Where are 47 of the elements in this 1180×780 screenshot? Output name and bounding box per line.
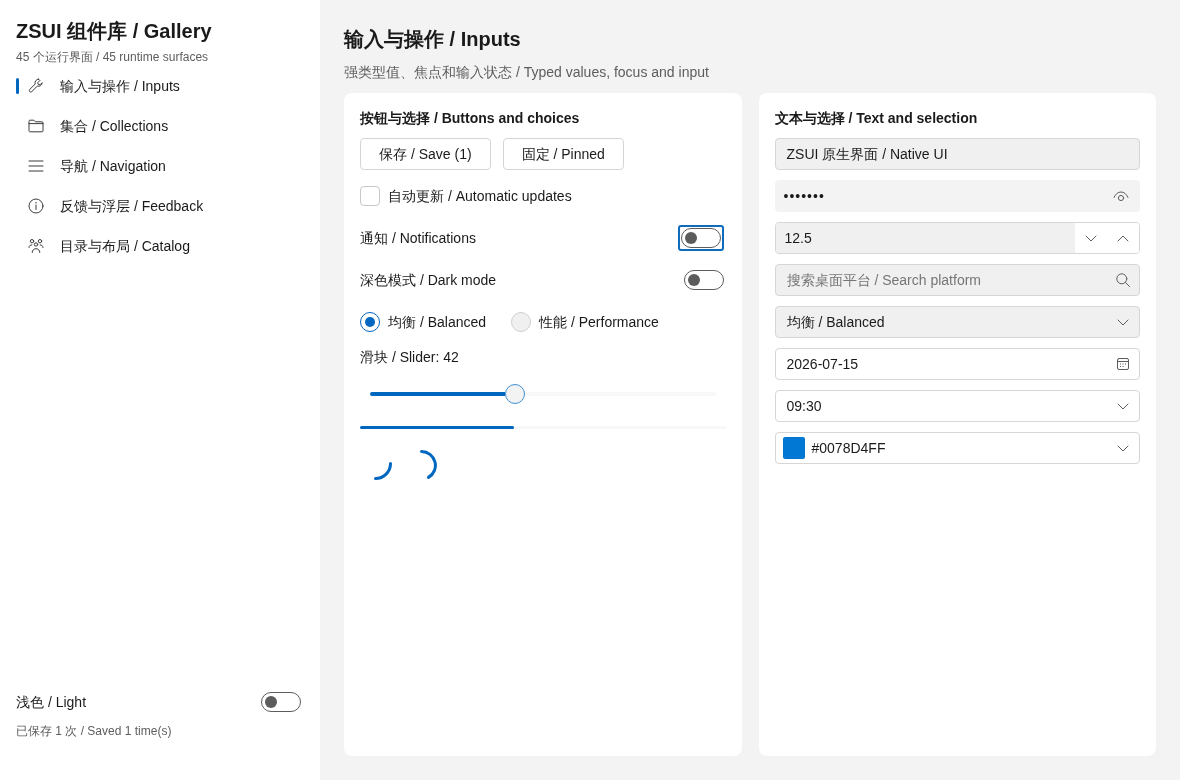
nav-item[interactable]: 目录与布局 / Catalog: [19, 226, 304, 266]
info-icon: [28, 198, 44, 214]
theme-label: 浅色 / Light: [16, 692, 87, 712]
date-field[interactable]: 2026-07-15: [774, 348, 1140, 380]
toggle-switch[interactable]: [677, 225, 724, 251]
app-subtitle: 45 个运行界面 / 45 runtime surfaces: [16, 49, 210, 65]
theme-toggle[interactable]: [261, 692, 301, 712]
color-picker[interactable]: #0078D4FF: [774, 432, 1140, 464]
text-field[interactable]: ZSUI 原生界面 / Native UI: [774, 138, 1140, 170]
page-subtitle: 强类型值、焦点和输入状态 / Typed values, focus and input: [344, 63, 710, 82]
nav-item[interactable]: 集合 / Collections: [19, 106, 304, 146]
action-button[interactable]: 固定 / Pinned: [502, 138, 624, 170]
eye-icon: [1113, 190, 1129, 202]
password-field[interactable]: •••••••: [774, 180, 1140, 212]
action-button[interactable]: 保存 / Save (1): [360, 138, 491, 170]
radio-button[interactable]: 性能 / Performance: [511, 311, 659, 333]
page-title: 输入与操作 / Inputs: [344, 27, 522, 52]
toggle-label: 深色模式 / Dark mode: [360, 270, 497, 290]
save-status: 已保存 1 次 / Saved 1 time(s): [16, 723, 173, 739]
search-field[interactable]: 搜索桌面平台 / Search platform: [774, 264, 1140, 296]
dropdown[interactable]: 均衡 / Balanced: [774, 306, 1140, 338]
slider-label: 滑块 / Slider: 42: [360, 348, 460, 367]
menu-icon: [28, 158, 44, 174]
radio-button[interactable]: 均衡 / Balanced: [360, 311, 487, 333]
nav-item[interactable]: 导航 / Navigation: [19, 146, 304, 186]
chevron-down-icon: [1085, 234, 1097, 242]
spinner-icon: [420, 450, 437, 479]
app-title: ZSUI 组件库 / Gallery: [16, 19, 213, 44]
slider-thumb[interactable]: [505, 384, 526, 404]
wrench-icon: [28, 78, 44, 94]
folder-icon: [28, 118, 44, 134]
time-field[interactable]: 09:30: [774, 390, 1140, 422]
chevron-up-icon: [1117, 234, 1129, 242]
people-icon: [28, 238, 44, 254]
chevron-down-icon: [1117, 444, 1129, 452]
card-title: 按钮与选择 / Buttons and choices: [360, 109, 581, 128]
card-title: 文本与选择 / Text and selection: [774, 109, 979, 128]
chevron-down-icon: [1117, 402, 1129, 410]
nav-item[interactable]: 反馈与浮层 / Feedback: [19, 186, 304, 226]
checkbox[interactable]: 自动更新 / Automatic updates: [360, 185, 572, 207]
search-icon: [1116, 273, 1130, 287]
calendar-icon: [1117, 358, 1129, 370]
toggle-switch[interactable]: [683, 270, 724, 290]
spinner-icon: [374, 462, 392, 480]
chevron-down-icon: [1117, 318, 1129, 326]
toggle-label: 通知 / Notifications: [360, 228, 476, 248]
nav-item[interactable]: 输入与操作 / Inputs: [19, 66, 304, 106]
